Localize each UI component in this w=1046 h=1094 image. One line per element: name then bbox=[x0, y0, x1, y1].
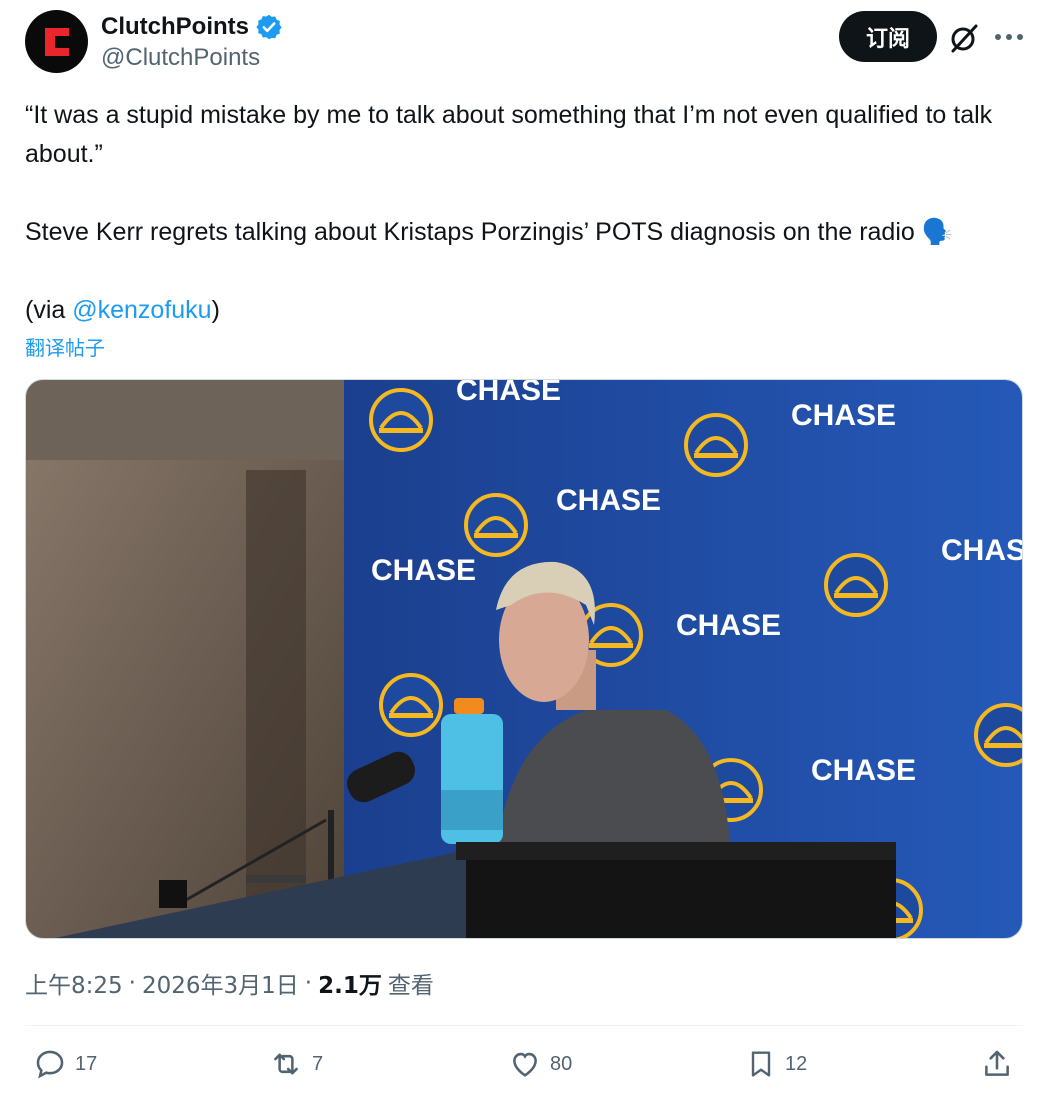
via-prefix: (via bbox=[25, 296, 73, 324]
author-block: ClutchPoints @ClutchPoints bbox=[101, 10, 283, 72]
verified-badge-icon bbox=[256, 14, 282, 40]
post-body: Steve Kerr regrets talking about Kristap… bbox=[25, 218, 953, 246]
via-mention-link[interactable]: @kenzofuku bbox=[72, 296, 211, 324]
via-suffix: ) bbox=[211, 296, 220, 324]
post-video[interactable]: CHASE CHASE CHASE CHASE CHASE CHASE CHAS… bbox=[25, 379, 1023, 939]
post-time[interactable]: 上午8:25 bbox=[25, 966, 123, 1000]
reply-button[interactable]: 17 bbox=[33, 1044, 97, 1084]
svg-text:CHASE: CHASE bbox=[791, 399, 896, 432]
repost-icon bbox=[274, 1053, 298, 1075]
like-count: 80 bbox=[550, 1052, 573, 1075]
reply-count: 17 bbox=[75, 1052, 98, 1075]
post-date[interactable]: 2026年3月1日 bbox=[142, 966, 299, 1000]
heart-icon bbox=[513, 1052, 537, 1077]
author-name[interactable]: ClutchPoints bbox=[101, 13, 249, 41]
share-button[interactable] bbox=[980, 1044, 1014, 1084]
subscribe-button[interactable]: 订阅 bbox=[839, 11, 937, 62]
author-handle[interactable]: @ClutchPoints bbox=[101, 44, 283, 72]
share-icon bbox=[985, 1050, 1009, 1076]
divider bbox=[25, 1025, 1023, 1026]
post-meta: 上午8:25 · 2026年3月1日 · 2.1万 查看 bbox=[25, 966, 434, 1000]
post-via: (via @kenzofuku) bbox=[25, 291, 1020, 330]
meta-separator: · bbox=[304, 970, 313, 996]
svg-text:CHASE: CHASE bbox=[556, 484, 661, 517]
svg-text:CHASE: CHASE bbox=[811, 754, 916, 787]
avatar[interactable] bbox=[25, 10, 88, 73]
clutchpoints-logo-icon bbox=[44, 27, 69, 56]
bookmark-icon bbox=[751, 1051, 771, 1077]
grok-icon[interactable] bbox=[948, 22, 980, 54]
views-count: 2.1万 bbox=[318, 973, 382, 999]
repost-button[interactable]: 7 bbox=[268, 1044, 323, 1084]
svg-text:CHASE: CHASE bbox=[676, 609, 781, 642]
svg-text:CHASE: CHASE bbox=[456, 380, 561, 407]
svg-text:CHASE: CHASE bbox=[941, 534, 1023, 567]
meta-separator: · bbox=[128, 970, 136, 996]
svg-text:CHASE: CHASE bbox=[371, 554, 476, 587]
bookmark-button[interactable]: 12 bbox=[745, 1044, 807, 1084]
like-button[interactable]: 80 bbox=[508, 1044, 572, 1084]
press-conference-image: CHASE CHASE CHASE CHASE CHASE CHASE CHAS… bbox=[26, 380, 1023, 938]
repost-count: 7 bbox=[312, 1052, 324, 1075]
bookmark-count: 12 bbox=[785, 1052, 808, 1075]
post: ClutchPoints @ClutchPoints 订阅 “It was a … bbox=[0, 0, 1046, 1094]
sports-drink-bottle bbox=[441, 698, 503, 844]
post-text: “It was a stupid mistake by me to talk a… bbox=[25, 96, 1020, 330]
post-quote: “It was a stupid mistake by me to talk a… bbox=[25, 101, 993, 168]
views-label: 查看 bbox=[387, 973, 434, 999]
reply-icon bbox=[36, 1050, 64, 1079]
more-options-icon[interactable] bbox=[992, 22, 1026, 52]
translate-post-link[interactable]: 翻译帖子 bbox=[25, 332, 105, 361]
